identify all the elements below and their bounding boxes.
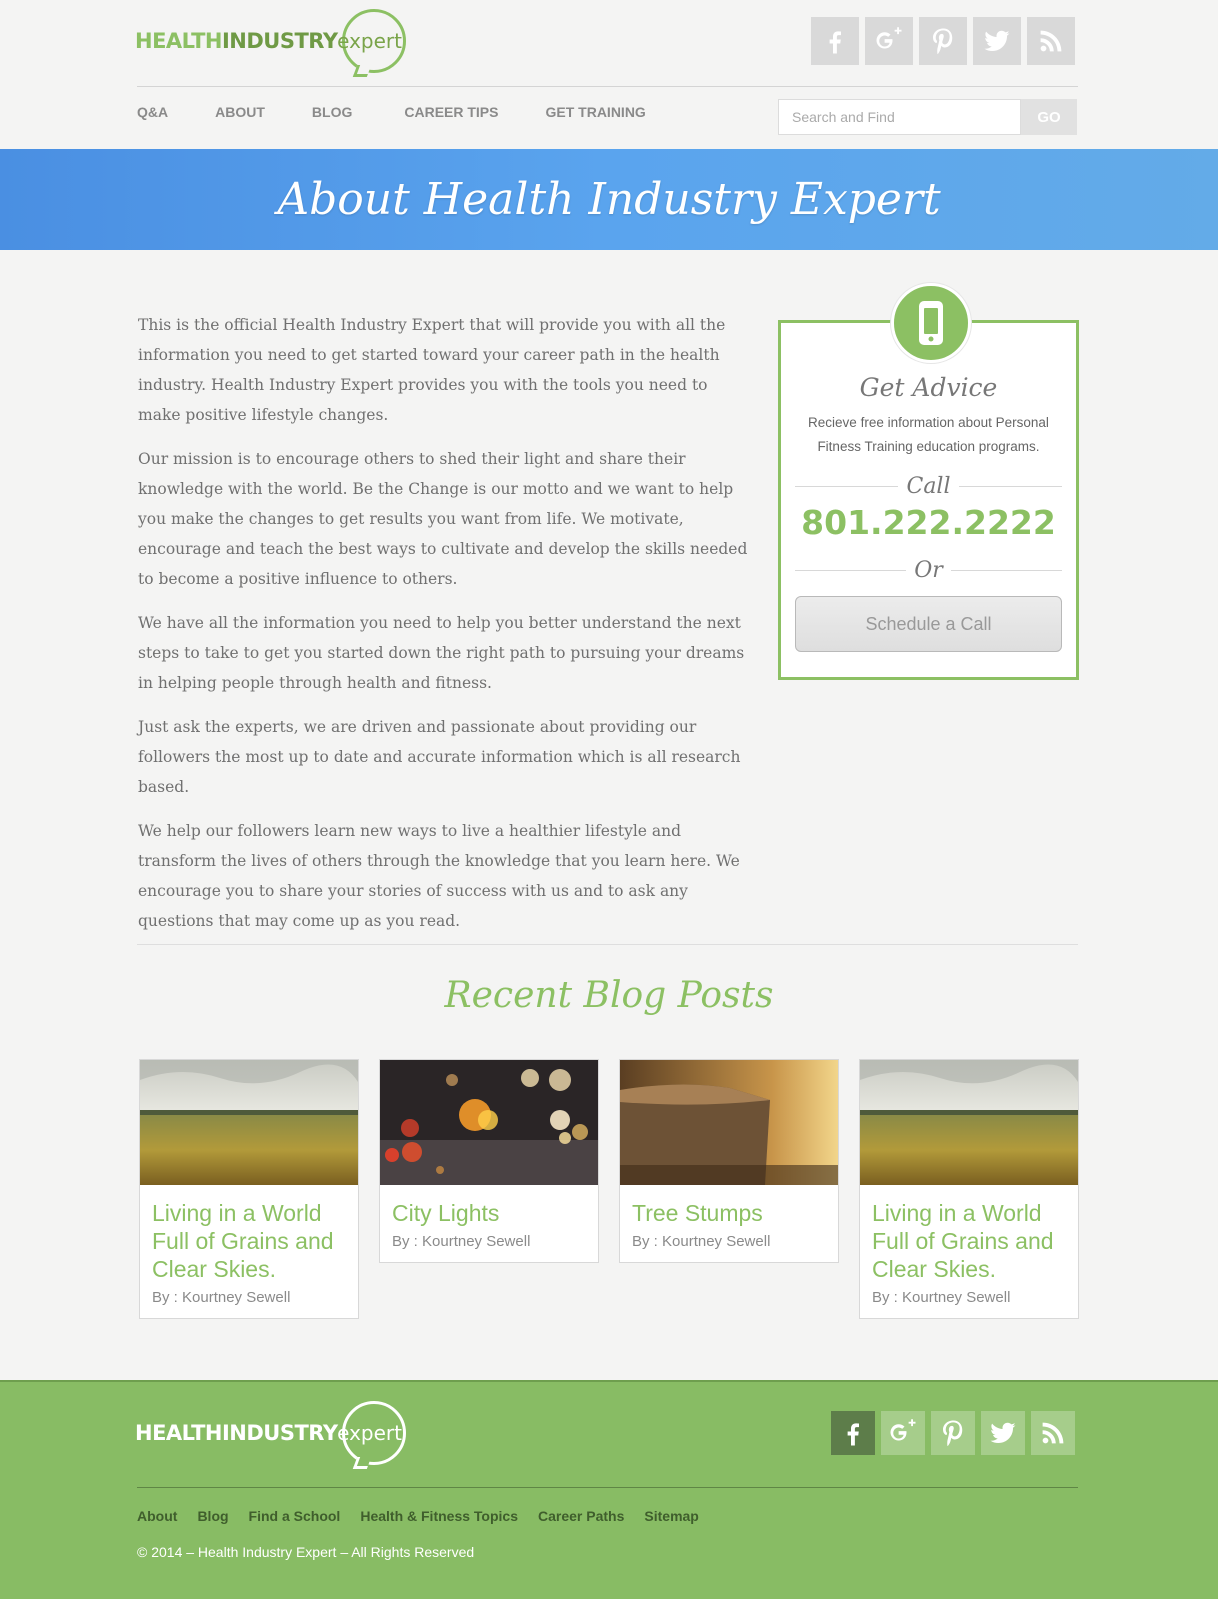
footer-link-health-fitness-topics[interactable]: Health & Fitness Topics [360,1508,518,1524]
footer-link-blog[interactable]: Blog [197,1508,228,1524]
schedule-call-button[interactable]: Schedule a Call [795,596,1062,652]
site-footer: HEALTH INDUSTRY expert About Blog Find a… [0,1380,1218,1599]
footer-link-about[interactable]: About [137,1508,177,1524]
facebook-button[interactable] [811,17,859,65]
logo-text-industry: INDUSTRY [221,29,338,53]
header-divider [137,86,1078,87]
google-plus-icon [890,1419,916,1441]
logo-text-health: HEALTH [135,29,222,53]
post-author: By : Kourtney Sewell [392,1233,531,1250]
recent-posts-heading: Recent Blog Posts [444,975,774,1016]
logo-text-expert: expert [337,1421,402,1445]
advice-badge [891,283,971,363]
copyright-text: © 2014 – Health Industry Expert – All Ri… [137,1544,475,1560]
pinterest-icon [943,1420,963,1447]
twitter-icon [984,30,1010,51]
google-plus-button[interactable] [865,17,913,65]
bokeh-lights-image [380,1060,598,1185]
call-divider: Call [795,471,1062,501]
footer-link-career-paths[interactable]: Career Paths [538,1508,624,1524]
rss-button[interactable] [1027,17,1075,65]
logo-text-health: HEALTH [135,1421,222,1445]
post-author: By : Kourtney Sewell [872,1289,1011,1306]
search-go-button[interactable]: GO [1021,99,1077,135]
post-title[interactable]: Living in a World Full of Grains and Cle… [140,1185,358,1283]
rss-icon [1042,1422,1064,1444]
about-paragraph: We help our followers learn new ways to … [138,822,740,930]
about-paragraph: We have all the information you need to … [138,614,745,692]
tree-stump-image [620,1060,838,1185]
phone-icon [919,301,943,345]
about-paragraph: This is the official Health Industry Exp… [138,316,726,424]
search-input[interactable] [778,99,1021,135]
footer-social-links [831,1411,1075,1455]
footer-nav: About Blog Find a School Health & Fitnes… [137,1508,719,1524]
twitter-button[interactable] [981,1411,1025,1455]
blog-post-card[interactable]: Living in a World Full of Grains and Cle… [139,1059,359,1319]
footer-divider [137,1487,1078,1488]
site-logo[interactable]: HEALTH INDUSTRY expert [135,6,406,77]
nav-item-about[interactable]: ABOUT [215,104,265,120]
post-title[interactable]: Tree Stumps [620,1185,838,1227]
blog-post-card[interactable]: Living in a World Full of Grains and Cle… [859,1059,1079,1319]
about-paragraph: Our mission is to encourage others to sh… [138,450,748,588]
blog-post-card[interactable]: City Lights By : Kourtney Sewell [379,1059,599,1263]
twitter-button[interactable] [973,17,1021,65]
rss-button[interactable] [1031,1411,1075,1455]
call-label: Call [906,473,951,499]
section-divider [137,944,1078,945]
main-nav: Q&A ABOUT BLOG CAREER TIPS GET TRAINING [137,104,693,120]
pinterest-button[interactable] [919,17,967,65]
post-author: By : Kourtney Sewell [632,1233,771,1250]
get-advice-box: Get Advice Recieve free information abou… [778,283,1079,680]
logo-speech-bubble: expert [337,1401,406,1469]
page-title: About Health Industry Expert [277,174,941,225]
about-content: This is the official Health Industry Exp… [138,310,753,950]
search-form: GO [778,99,1077,135]
nav-item-qa[interactable]: Q&A [137,104,168,120]
post-title[interactable]: City Lights [380,1185,598,1227]
phone-number[interactable]: 801.222.2222 [781,503,1076,542]
rss-icon [1040,30,1062,52]
logo-speech-bubble: expert [337,9,406,77]
nav-item-career-tips[interactable]: CAREER TIPS [404,104,498,120]
footer-link-find-a-school[interactable]: Find a School [249,1508,341,1524]
footer-link-sitemap[interactable]: Sitemap [644,1508,698,1524]
advice-title: Get Advice [859,373,998,402]
post-title[interactable]: Living in a World Full of Grains and Cle… [860,1185,1078,1283]
blog-post-card[interactable]: Tree Stumps By : Kourtney Sewell [619,1059,839,1263]
facebook-icon [829,31,841,54]
post-author: By : Kourtney Sewell [152,1289,291,1306]
twitter-icon [990,1422,1016,1443]
or-label: Or [914,557,943,583]
logo-text-industry: INDUSTRY [221,1421,338,1445]
nav-item-blog[interactable]: BLOG [312,104,352,120]
nav-item-get-training[interactable]: GET TRAINING [545,104,645,120]
pinterest-button[interactable] [931,1411,975,1455]
wheat-field-image [860,1060,1078,1185]
google-plus-icon [876,27,902,49]
header-social-links [811,17,1075,65]
about-paragraph: Just ask the experts, we are driven and … [138,718,741,796]
wheat-field-image [140,1060,358,1185]
facebook-button[interactable] [831,1411,875,1455]
logo-text-expert: expert [337,29,402,53]
page-banner: About Health Industry Expert [0,149,1218,250]
footer-logo[interactable]: HEALTH INDUSTRY expert [135,1398,406,1469]
or-divider: Or [795,555,1062,585]
google-plus-button[interactable] [881,1411,925,1455]
advice-description: Recieve free information about Personal … [808,415,1049,454]
facebook-icon [847,1423,859,1446]
pinterest-icon [933,28,953,55]
